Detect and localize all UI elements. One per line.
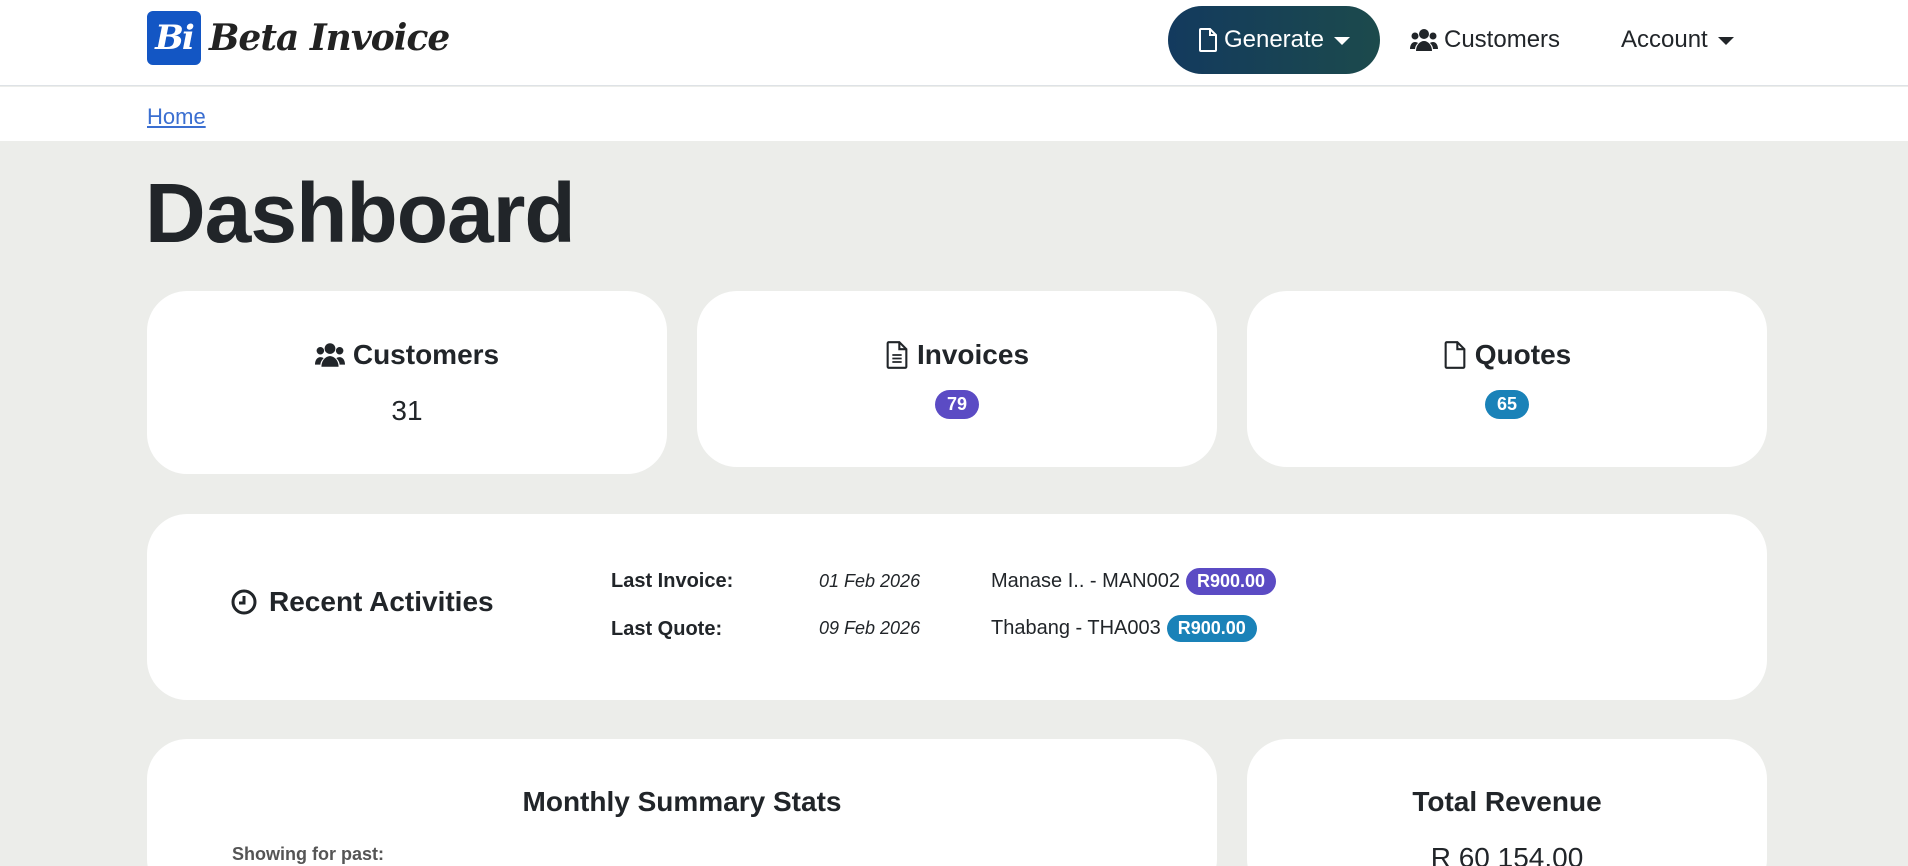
- account-dropdown[interactable]: Account: [1621, 6, 1734, 74]
- recent-activities-card: Recent Activities Last Invoice: 01 Feb 2…: [147, 514, 1767, 700]
- quotes-title-text: Quotes: [1474, 339, 1572, 370]
- page-title: Dashboard: [145, 166, 576, 260]
- last-invoice-date: 01 Feb 2026: [819, 571, 921, 591]
- quotes-badge-wrap: 65: [1247, 390, 1767, 419]
- total-revenue-value: R 60 154.00: [1430, 842, 1584, 866]
- last-quote-customer: Thabang - THA003: [991, 617, 1161, 639]
- generate-dropdown-button[interactable]: Generate: [1168, 6, 1380, 74]
- file-icon: [1198, 28, 1218, 52]
- total-revenue-title: Total Revenue: [1412, 786, 1602, 817]
- account-label: Account: [1621, 26, 1708, 53]
- customers-card-title: Customers: [147, 339, 667, 371]
- invoices-badge-wrap: 79: [697, 390, 1217, 419]
- quotes-card-title: Quotes: [1247, 339, 1767, 371]
- last-invoice-customer: Manase I.. - MAN002: [991, 570, 1180, 592]
- users-icon: [1410, 28, 1438, 52]
- last-invoice-link[interactable]: Manase I.. - MAN002 R900.00: [991, 568, 1277, 595]
- last-invoice-label: Last Invoice:: [611, 570, 734, 592]
- customers-stat-card[interactable]: Customers 31: [147, 291, 667, 474]
- invoices-title-text: Invoices: [916, 339, 1030, 370]
- last-quote-label: Last Quote:: [611, 618, 723, 640]
- quotes-stat-card[interactable]: Quotes 65: [1247, 291, 1767, 467]
- customers-count: 31: [391, 395, 423, 426]
- customers-label: Customers: [1444, 26, 1561, 53]
- monthly-summary-card: Monthly Summary Stats Showing for past:: [147, 739, 1217, 866]
- clock-icon: [231, 589, 257, 615]
- invoices-stat-card[interactable]: Invoices 79: [697, 291, 1217, 467]
- customers-title-text: Customers: [352, 339, 500, 370]
- last-quote-link[interactable]: Thabang - THA003 R900.00: [991, 615, 1257, 642]
- total-revenue-card: Total Revenue R 60 154.00: [1247, 739, 1767, 866]
- last-quote-date: 09 Feb 2026: [819, 618, 921, 638]
- last-invoice-amount-badge: R900.00: [1185, 568, 1277, 595]
- breadcrumb: Home: [0, 87, 1908, 141]
- file-text-icon: [886, 341, 908, 369]
- invoices-count-badge: 79: [934, 390, 980, 419]
- brand-name: Beta Invoice: [209, 17, 450, 59]
- monthly-summary-title: Monthly Summary Stats: [522, 786, 842, 817]
- top-navbar: Bi Beta Invoice Generate Customers Accou…: [0, 0, 1908, 86]
- last-quote-amount-badge: R900.00: [1166, 615, 1257, 642]
- users-icon: [314, 343, 345, 367]
- chevron-down-icon: [1334, 37, 1351, 45]
- quotes-count-badge: 65: [1484, 390, 1530, 419]
- nav-customers-link[interactable]: Customers: [1410, 6, 1560, 74]
- file-icon: [1444, 341, 1466, 369]
- recent-activities-title: Recent Activities: [231, 586, 494, 618]
- chevron-down-icon: [1717, 37, 1734, 45]
- recent-title-text: Recent Activities: [269, 586, 494, 617]
- breadcrumb-home-link[interactable]: Home: [147, 104, 206, 130]
- showing-for-past-label: Showing for past:: [232, 844, 384, 864]
- generate-label: Generate: [1223, 26, 1325, 53]
- brand-home-link[interactable]: Bi Beta Invoice: [147, 11, 450, 65]
- invoices-card-title: Invoices: [697, 339, 1217, 371]
- brand-logo-icon: Bi: [147, 11, 201, 65]
